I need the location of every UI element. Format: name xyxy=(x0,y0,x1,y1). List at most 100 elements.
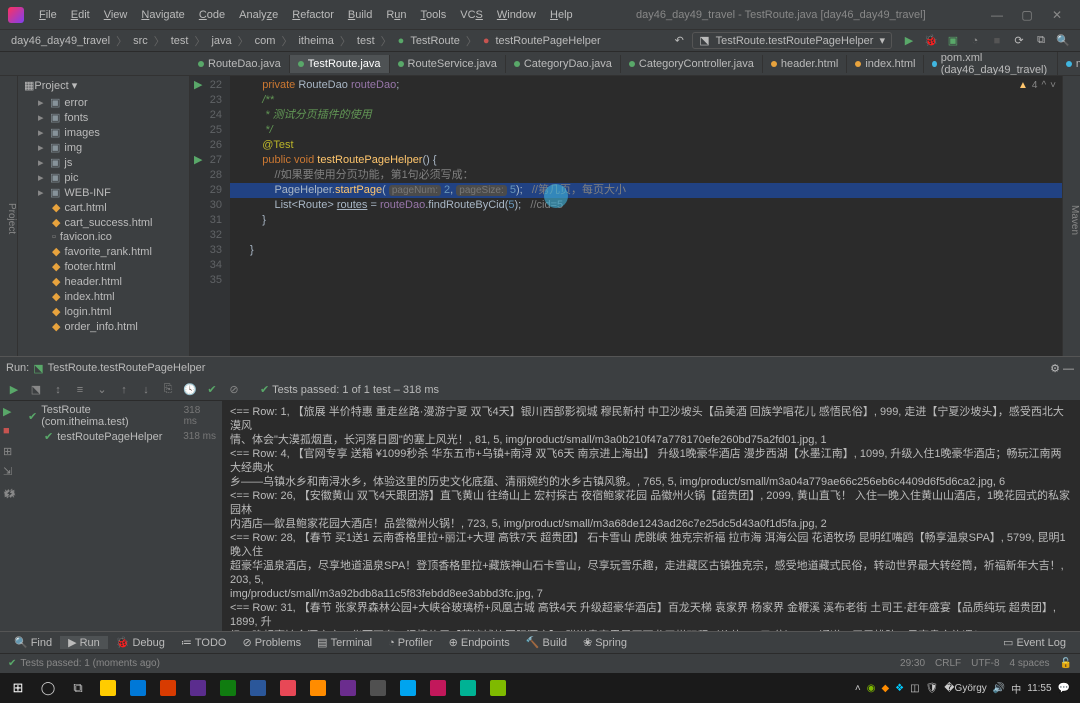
line-separator[interactable]: CRLF xyxy=(935,658,961,669)
tree-item[interactable]: ◆ cart.html xyxy=(18,200,189,215)
crumb[interactable]: TestRoute xyxy=(407,35,463,47)
editor-tab[interactable]: TestRoute.java xyxy=(290,55,390,73)
prev-button[interactable]: ↑ xyxy=(114,381,134,399)
toggle-auto-button[interactable]: ⬔ xyxy=(26,381,46,399)
menu-view[interactable]: View xyxy=(97,9,135,21)
tool-build[interactable]: 🔨 Build xyxy=(518,636,575,649)
editor-gutter[interactable]: ▶2223242526▶272829303132333435 xyxy=(190,76,230,356)
menu-code[interactable]: Code xyxy=(192,9,232,21)
volume-icon[interactable]: 🔊 xyxy=(993,683,1005,694)
update-button[interactable]: ⟳ xyxy=(1010,32,1028,50)
close-button[interactable]: ✕ xyxy=(1042,8,1072,22)
collapse-button[interactable]: ⌄ xyxy=(92,381,112,399)
tool-terminal[interactable]: ▤ Terminal xyxy=(309,636,380,649)
stop-icon[interactable]: ■ xyxy=(3,425,19,441)
tool-find[interactable]: 🔍 Find xyxy=(6,636,60,649)
tool-problems[interactable]: ⊘ Problems xyxy=(234,636,309,649)
menu-help[interactable]: Help xyxy=(543,9,580,21)
taskbar-app[interactable] xyxy=(454,676,482,700)
tray-icon[interactable]: 🛡 xyxy=(926,683,939,694)
search-button[interactable]: ◯ xyxy=(34,676,62,700)
tray-icon[interactable]: ◆ xyxy=(881,683,889,694)
tool-spring[interactable]: ❀ Spring xyxy=(575,636,635,649)
taskbar-app[interactable] xyxy=(334,676,362,700)
taskbar-app[interactable] xyxy=(304,676,332,700)
editor-tab[interactable]: RouteDao.java xyxy=(190,55,290,73)
crumb[interactable]: java xyxy=(208,35,234,47)
tool-debug[interactable]: 🐞 Debug xyxy=(108,636,173,649)
tool-profiler[interactable]: ◔ Profiler xyxy=(380,637,441,649)
test-tree[interactable]: ✔TestRoute (com.itheima.test)318 ms✔test… xyxy=(22,401,222,631)
menu-vcs[interactable]: VCS xyxy=(453,9,490,21)
editor-tab[interactable]: CategoryController.java xyxy=(621,55,763,73)
tree-item[interactable]: ▸▣ pic xyxy=(18,170,189,185)
tool-todo[interactable]: ≔ TODO xyxy=(173,636,235,649)
start-button[interactable]: ⊞ xyxy=(4,676,32,700)
menu-window[interactable]: Window xyxy=(490,9,543,21)
editor-tab[interactable]: CategoryDao.java xyxy=(506,55,621,73)
editor-tab[interactable]: RouteService.java xyxy=(390,55,506,73)
tool-endpoints[interactable]: ⊕ Endpoints xyxy=(441,636,518,649)
taskbar-app[interactable] xyxy=(154,676,182,700)
tree-item[interactable]: ▸▣ fonts xyxy=(18,110,189,125)
settings-icon[interactable]: 🗱 xyxy=(3,485,19,501)
tool-run[interactable]: ▶ Run xyxy=(60,636,108,649)
tree-item[interactable]: ▸▣ WEB-INF xyxy=(18,185,189,200)
menu-refactor[interactable]: Refactor xyxy=(285,9,341,21)
next-button[interactable]: ↓ xyxy=(136,381,156,399)
minimize-button[interactable]: — xyxy=(982,8,1012,22)
test-tree-item[interactable]: ✔TestRoute (com.itheima.test)318 ms xyxy=(26,403,218,429)
tree-item[interactable]: ◆ footer.html xyxy=(18,259,189,274)
ime-icon[interactable]: 中 xyxy=(1011,681,1021,696)
caret-position[interactable]: 29:30 xyxy=(900,658,925,669)
maximize-button[interactable]: ▢ xyxy=(1012,8,1042,22)
indent-info[interactable]: 4 spaces xyxy=(1010,658,1050,669)
tree-item[interactable]: ◆ login.html xyxy=(18,304,189,319)
editor-tab[interactable]: mybati… xyxy=(1058,55,1080,73)
tree-item[interactable]: ◆ cart_success.html xyxy=(18,215,189,230)
right-tool-strip[interactable]: Maven Database xyxy=(1062,76,1080,356)
run-config-selector[interactable]: ⬔ TestRoute.testRoutePageHelper ▾ xyxy=(692,32,892,49)
run-button[interactable]: ▶ xyxy=(900,32,918,50)
tree-item[interactable]: ◆ index.html xyxy=(18,289,189,304)
stop-button[interactable]: ■ xyxy=(988,32,1006,50)
sort-button[interactable]: ↕ xyxy=(48,381,68,399)
left-tool-strip[interactable]: Project xyxy=(0,76,18,356)
tray-icon[interactable]: ◉ xyxy=(867,683,876,694)
menu-build[interactable]: Build xyxy=(341,9,379,21)
network-icon[interactable]: �György xyxy=(944,683,987,694)
crumb[interactable]: test xyxy=(168,35,192,47)
taskbar-app[interactable] xyxy=(244,676,272,700)
back-button[interactable]: ↶ xyxy=(670,32,688,50)
debug-button[interactable]: 🐞 xyxy=(922,32,940,50)
history-button[interactable]: 🕓 xyxy=(180,381,200,399)
tree-item[interactable]: ◆ header.html xyxy=(18,274,189,289)
menu-edit[interactable]: Edit xyxy=(64,9,97,21)
tree-item[interactable]: ◆ favorite_rank.html xyxy=(18,244,189,259)
file-encoding[interactable]: UTF-8 xyxy=(971,658,999,669)
taskbar-app[interactable] xyxy=(394,676,422,700)
editor-tab[interactable]: header.html xyxy=(763,55,847,73)
export-button[interactable]: ⎘ xyxy=(158,381,178,399)
tray-icon[interactable]: ◫ xyxy=(910,683,919,694)
notifications-icon[interactable]: 💬 xyxy=(1058,683,1070,694)
menu-analyze[interactable]: Analyze xyxy=(232,9,285,21)
expand-button[interactable]: ≡ xyxy=(70,381,90,399)
taskbar-app[interactable] xyxy=(184,676,212,700)
taskbar-app[interactable] xyxy=(424,676,452,700)
menu-tools[interactable]: Tools xyxy=(414,9,454,21)
pass-filter[interactable]: ✔ xyxy=(202,381,222,399)
layout-icon[interactable]: ⊞ xyxy=(3,445,19,461)
crumb[interactable]: day46_day49_travel xyxy=(8,35,113,47)
menu-run[interactable]: Run xyxy=(379,9,413,21)
editor-code[interactable]: private RouteDao routeDao; /** * 测试分页插件的… xyxy=(230,76,1062,356)
tray-chevron-icon[interactable]: ˄ xyxy=(855,683,861,694)
tree-item[interactable]: ▸▣ error xyxy=(18,95,189,110)
project-header[interactable]: ▦ Project ▾ xyxy=(18,76,189,95)
crumb[interactable]: com xyxy=(252,35,279,47)
ignore-filter[interactable]: ⊘ xyxy=(224,381,244,399)
inspection-indicator[interactable]: ▲4 ^ ˅ xyxy=(1018,80,1056,91)
code-editor[interactable]: ▶2223242526▶272829303132333435 private R… xyxy=(190,76,1062,356)
crumb[interactable]: itheima xyxy=(295,35,336,47)
run-tab-label[interactable]: Run: xyxy=(6,362,29,374)
